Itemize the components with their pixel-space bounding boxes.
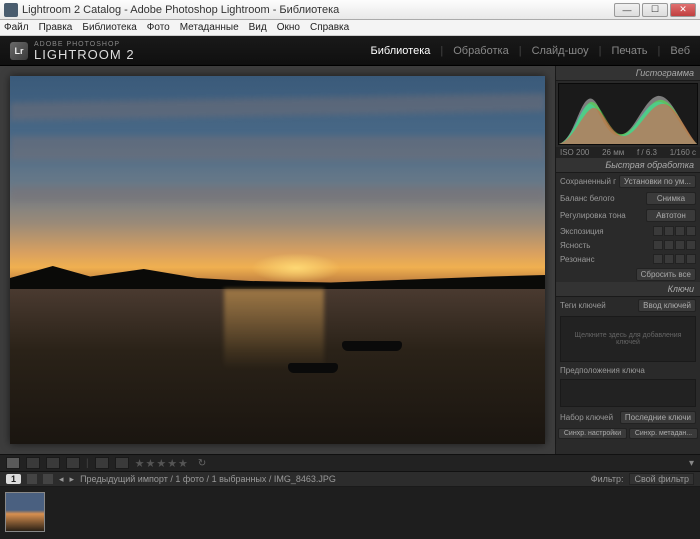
menu-view[interactable]: Вид	[249, 22, 267, 33]
vibrance-label: Резонанс	[560, 255, 650, 264]
clarity-stepper[interactable]	[653, 240, 696, 250]
window-count-badge[interactable]: 1	[6, 474, 21, 484]
keyword-set-dropdown[interactable]: Последние ключи	[620, 411, 696, 424]
survey-view-icon[interactable]	[66, 457, 80, 469]
close-button[interactable]: ✕	[670, 3, 696, 17]
module-picker: Библиотека| Обработка| Слайд-шоу| Печать…	[371, 45, 690, 57]
histogram-info: ISO 200 26 мм f / 6.3 1/160 с	[556, 147, 700, 158]
clarity-label: Ясность	[560, 241, 650, 250]
loupe-view-icon[interactable]	[26, 457, 40, 469]
vibrance-stepper[interactable]	[653, 254, 696, 264]
keyword-suggest-area	[560, 379, 696, 407]
iso-value: ISO 200	[560, 148, 589, 157]
window-titlebar: Lightroom 2 Catalog - Adobe Photoshop Li…	[0, 0, 700, 20]
exposure-stepper[interactable]	[653, 226, 696, 236]
quickdev-header[interactable]: Быстрая обработка	[556, 158, 700, 173]
lightroom-logo-icon: Lr	[10, 42, 28, 60]
cycle-icon[interactable]: ↻	[198, 458, 206, 469]
sync-metadata-button[interactable]: Синхр. метадан...	[629, 428, 698, 439]
toolbar-menu-icon[interactable]: ▾	[689, 458, 694, 469]
histogram-header[interactable]: Гистограмма	[556, 66, 700, 81]
module-print[interactable]: Печать	[611, 45, 647, 57]
breadcrumb[interactable]: Предыдущий импорт / 1 фото / 1 выбранных…	[80, 474, 585, 484]
brand-bar: Lr ADOBE PHOTOSHOP LIGHTROOM 2 Библиотек…	[0, 36, 700, 66]
menu-photo[interactable]: Фото	[147, 22, 170, 33]
autotone-button[interactable]: Автотон	[646, 209, 696, 222]
nav-back-icon[interactable]: ◂	[59, 474, 64, 485]
aperture-value: f / 6.3	[637, 148, 657, 157]
filmstrip-header: 1 ◂ ▸ Предыдущий импорт / 1 фото / 1 выб…	[0, 472, 700, 487]
keyword-input-area[interactable]: Щелкните здесь для добавления ключей	[560, 316, 696, 362]
sync-settings-button[interactable]: Синхр. настройки	[558, 428, 627, 439]
keyword-tags-dropdown[interactable]: Ввод ключей	[638, 299, 696, 312]
flag-reject-icon[interactable]	[115, 457, 129, 469]
module-web[interactable]: Веб	[670, 45, 690, 57]
toolbar: | ★★★★★ ↻ ▾	[0, 454, 700, 472]
nav-forward-icon[interactable]: ▸	[70, 474, 75, 485]
shutter-value: 1/160 с	[670, 148, 696, 157]
module-slideshow[interactable]: Слайд-шоу	[532, 45, 589, 57]
module-develop[interactable]: Обработка	[453, 45, 508, 57]
menu-metadata[interactable]: Метаданные	[180, 22, 239, 33]
secondary-display-icon[interactable]	[27, 474, 37, 484]
window-title: Lightroom 2 Catalog - Adobe Photoshop Li…	[22, 4, 614, 16]
menu-edit[interactable]: Правка	[39, 22, 73, 33]
tone-label: Регулировка тона	[560, 211, 643, 220]
keyword-tags-label: Теги ключей	[560, 301, 635, 310]
keyword-set-label: Набор ключей	[560, 413, 617, 422]
menu-window[interactable]: Окно	[277, 22, 300, 33]
filter-dropdown[interactable]: Свой фильтр	[629, 473, 694, 485]
app-icon	[4, 3, 18, 17]
maximize-button[interactable]: ☐	[642, 3, 668, 17]
keywords-header[interactable]: Ключи	[556, 282, 700, 297]
menu-file[interactable]: Файл	[4, 22, 29, 33]
module-library[interactable]: Библиотека	[371, 45, 431, 57]
menu-help[interactable]: Справка	[310, 22, 349, 33]
preset-label: Сохраненный пресет	[560, 177, 616, 186]
keyword-suggest-label: Предположения ключа	[560, 366, 696, 375]
thumbnail[interactable]	[5, 492, 45, 532]
preset-dropdown[interactable]: Установки по ум...	[619, 175, 696, 188]
wb-dropdown[interactable]: Снимка	[646, 192, 696, 205]
histogram-graph[interactable]	[558, 83, 698, 145]
right-panel: Гистограмма ISO 200 26 мм f / 6.3 1/160 …	[555, 66, 700, 454]
grid-view-icon[interactable]	[6, 457, 20, 469]
grid-toggle-icon[interactable]	[43, 474, 53, 484]
brand-large: LIGHTROOM 2	[34, 48, 135, 61]
exposure-label: Экспозиция	[560, 227, 650, 236]
image-viewer[interactable]	[0, 66, 555, 454]
filmstrip[interactable]	[0, 487, 700, 539]
compare-view-icon[interactable]	[46, 457, 60, 469]
menu-library[interactable]: Библиотека	[82, 22, 136, 33]
reset-button[interactable]: Сбросить все	[636, 268, 696, 281]
rating-stars[interactable]: ★★★★★	[135, 457, 189, 470]
flag-pick-icon[interactable]	[95, 457, 109, 469]
focal-value: 26 мм	[602, 148, 624, 157]
menu-bar: Файл Правка Библиотека Фото Метаданные В…	[0, 20, 700, 36]
minimize-button[interactable]: —	[614, 3, 640, 17]
preview-image	[10, 76, 545, 444]
filter-label: Фильтр:	[591, 474, 624, 484]
wb-label: Баланс белого	[560, 194, 643, 203]
